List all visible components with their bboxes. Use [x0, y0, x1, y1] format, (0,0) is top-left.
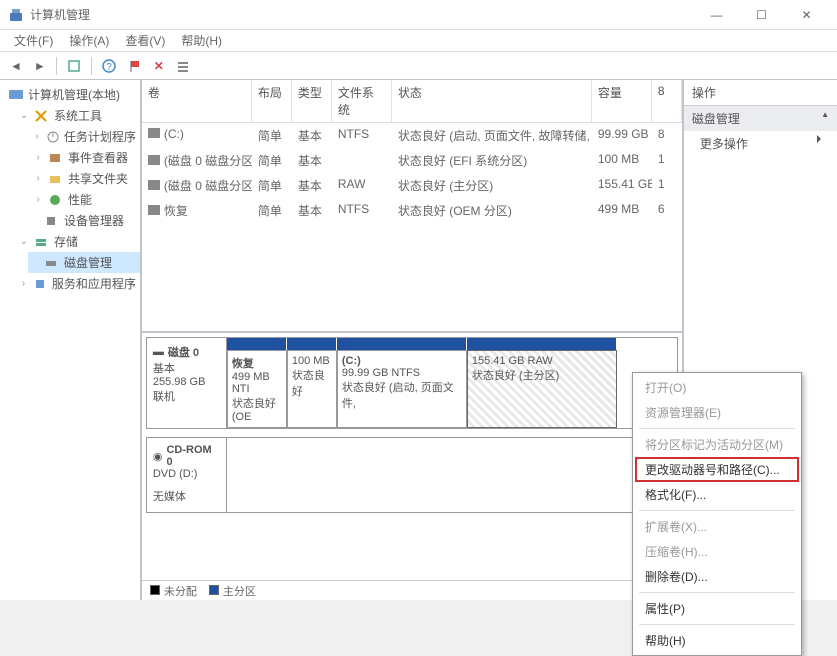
ctx-change-drive-letter[interactable]: 更改驱动器号和路径(C)...	[635, 457, 799, 482]
expand-icon[interactable]: ›	[32, 152, 44, 163]
tree-system-tools[interactable]: ⌄ 系统工具	[14, 105, 140, 126]
cdrom-block: ◉CD-ROM 0 DVD (D:) 无媒体	[146, 437, 678, 513]
menu-file[interactable]: 文件(F)	[6, 30, 61, 51]
legend-primary: 主分区	[209, 583, 256, 599]
delete-icon[interactable]: ✕	[150, 57, 168, 75]
tree-disk-management[interactable]: 磁盘管理	[28, 252, 140, 273]
device-icon	[44, 214, 60, 228]
folder-share-icon	[48, 172, 64, 186]
volume-icon	[148, 205, 160, 215]
cdrom-info[interactable]: ◉CD-ROM 0 DVD (D:) 无媒体	[147, 438, 227, 512]
menu-action[interactable]: 操作(A)	[61, 30, 117, 51]
volume-row[interactable]: 恢复 简单 基本 NTFS 状态良好 (OEM 分区) 499 MB 6	[142, 198, 682, 223]
disk-0-info[interactable]: ▬磁盘 0 基本 255.98 GB 联机	[147, 338, 227, 428]
col-layout[interactable]: 布局	[252, 80, 292, 122]
volume-icon	[148, 180, 160, 190]
collapse-icon[interactable]: ⌄	[18, 110, 30, 121]
col-status[interactable]: 状态	[392, 80, 592, 122]
tree-performance[interactable]: › 性能	[28, 189, 140, 210]
col-volume[interactable]: 卷	[142, 80, 252, 122]
volume-icon	[148, 155, 160, 165]
services-icon	[33, 277, 48, 291]
disk-icon	[44, 256, 60, 270]
back-button[interactable]: ◄	[6, 57, 26, 75]
tools-icon	[34, 109, 50, 123]
expand-icon[interactable]: ›	[32, 194, 44, 205]
volume-row[interactable]: (C:) 简单 基本 NTFS 状态良好 (启动, 页面文件, 故障转储, 主分…	[142, 123, 682, 148]
app-icon	[8, 7, 24, 23]
titlebar: 计算机管理 — ☐ ✕	[0, 0, 837, 30]
partition[interactable]: 恢复499 MB NTI状态良好 (OE	[227, 350, 287, 428]
flag-button[interactable]	[124, 57, 146, 75]
window-title: 计算机管理	[30, 6, 694, 23]
tree-storage[interactable]: ⌄ 存储	[14, 231, 140, 252]
center-panel: 卷 布局 类型 文件系统 状态 容量 8 (C:) 简单 基本 NTFS 状态良…	[142, 80, 682, 600]
col-free[interactable]: 8	[652, 80, 682, 122]
disk-graphical-panel: ▬磁盘 0 基本 255.98 GB 联机 恢复499 MB NTI状态良好 (…	[142, 333, 682, 580]
ctx-explorer[interactable]: 资源管理器(E)	[635, 400, 799, 425]
expand-icon[interactable]: ›	[32, 131, 42, 142]
tree-shared-folders[interactable]: › 共享文件夹	[28, 168, 140, 189]
ctx-open[interactable]: 打开(O)	[635, 375, 799, 400]
help-button[interactable]: ?	[98, 57, 120, 75]
maximize-button[interactable]: ☐	[739, 0, 784, 30]
svg-text:?: ?	[106, 62, 112, 73]
actions-more[interactable]: 更多操作	[684, 131, 837, 156]
clock-icon	[46, 130, 60, 144]
collapse-icon[interactable]: ⌄	[18, 236, 30, 247]
refresh-button[interactable]	[63, 57, 85, 75]
perf-icon	[48, 193, 64, 207]
partition[interactable]: (C:)99.99 GB NTFS状态良好 (启动, 页面文件,	[337, 350, 467, 428]
partition[interactable]: 100 MB状态良好	[287, 350, 337, 428]
ctx-mark-active[interactable]: 将分区标记为活动分区(M)	[635, 432, 799, 457]
cd-icon: ◉	[153, 450, 163, 463]
minimize-button[interactable]: —	[694, 0, 739, 30]
legend-unallocated: 未分配	[150, 583, 197, 599]
volume-row[interactable]: (磁盘 0 磁盘分区 2) 简单 基本 状态良好 (EFI 系统分区) 100 …	[142, 148, 682, 173]
actions-disk-mgmt[interactable]: 磁盘管理▲	[684, 106, 837, 131]
tree-device-manager[interactable]: 设备管理器	[28, 210, 140, 231]
col-type[interactable]: 类型	[292, 80, 332, 122]
forward-button[interactable]: ►	[30, 57, 50, 75]
volume-row[interactable]: (磁盘 0 磁盘分区 5) 简单 基本 RAW 状态良好 (主分区) 155.4…	[142, 173, 682, 198]
tree-root[interactable]: 计算机管理(本地)	[0, 84, 140, 105]
partition[interactable]: 155.41 GB RAW状态良好 (主分区)	[467, 350, 617, 428]
storage-icon	[34, 235, 50, 249]
toolbar: ◄ ► ? ✕	[0, 52, 837, 80]
ctx-shrink[interactable]: 压缩卷(H)...	[635, 539, 799, 564]
menu-help[interactable]: 帮助(H)	[173, 30, 230, 51]
col-capacity[interactable]: 容量	[592, 80, 652, 122]
disk-0-block: ▬磁盘 0 基本 255.98 GB 联机 恢复499 MB NTI状态良好 (…	[146, 337, 678, 429]
tree-services[interactable]: › 服务和应用程序	[14, 273, 140, 294]
menubar: 文件(F) 操作(A) 查看(V) 帮助(H)	[0, 30, 837, 52]
context-menu: 打开(O) 资源管理器(E) 将分区标记为活动分区(M) 更改驱动器号和路径(C…	[632, 372, 802, 656]
close-button[interactable]: ✕	[784, 0, 829, 30]
disk-icon: ▬	[153, 346, 164, 358]
ctx-format[interactable]: 格式化(F)...	[635, 482, 799, 507]
navigation-tree: 计算机管理(本地) ⌄ 系统工具 › 任务计划程序 › 事件查看器	[0, 80, 142, 600]
actions-header: 操作	[684, 80, 837, 106]
volume-table: 卷 布局 类型 文件系统 状态 容量 8 (C:) 简单 基本 NTFS 状态良…	[142, 80, 682, 333]
ctx-delete[interactable]: 删除卷(D)...	[635, 564, 799, 589]
volume-icon	[148, 128, 160, 138]
col-filesystem[interactable]: 文件系统	[332, 80, 392, 122]
settings-icon[interactable]	[172, 57, 194, 75]
tree-task-scheduler[interactable]: › 任务计划程序	[28, 126, 140, 147]
tree-event-viewer[interactable]: › 事件查看器	[28, 147, 140, 168]
event-icon	[48, 151, 64, 165]
ctx-help[interactable]: 帮助(H)	[635, 628, 799, 653]
computer-icon	[8, 88, 24, 102]
volume-header: 卷 布局 类型 文件系统 状态 容量 8	[142, 80, 682, 123]
menu-view[interactable]: 查看(V)	[117, 30, 173, 51]
expand-icon[interactable]: ›	[18, 278, 29, 289]
legend: 未分配 主分区	[142, 580, 682, 600]
expand-icon[interactable]: ›	[32, 173, 44, 184]
ctx-extend[interactable]: 扩展卷(X)...	[635, 514, 799, 539]
chevron-right-icon	[817, 135, 821, 143]
